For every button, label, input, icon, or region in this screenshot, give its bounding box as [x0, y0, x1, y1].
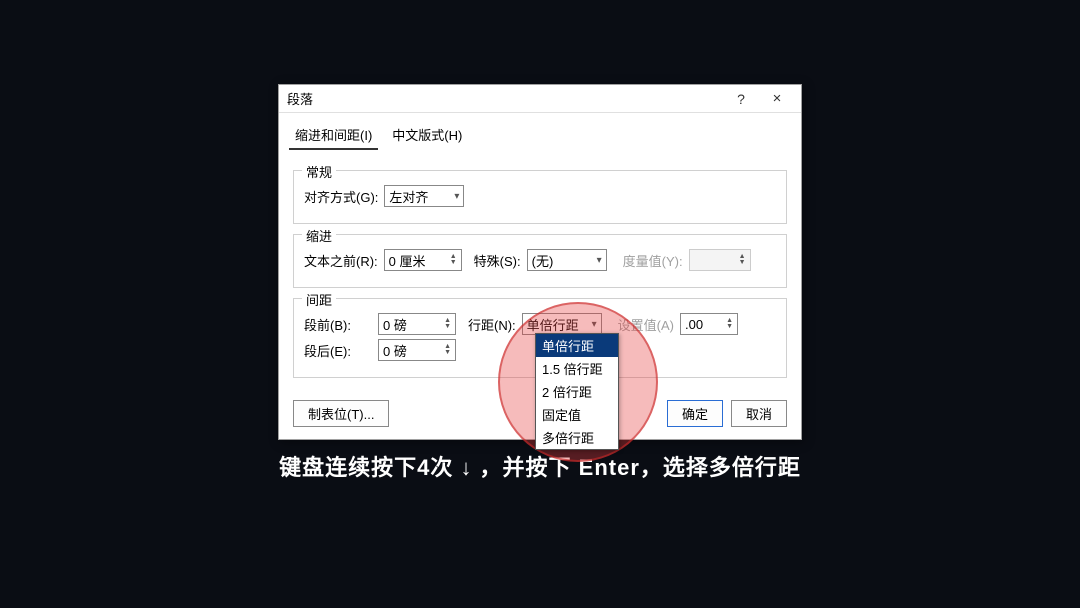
spacing-legend: 间距 — [302, 290, 336, 309]
alignment-combo[interactable]: 左对齐 ▾ — [384, 185, 464, 207]
alignment-value: 左对齐 — [389, 187, 450, 206]
tabs-button[interactable]: 制表位(T)... — [293, 400, 389, 427]
cancel-button[interactable]: 取消 — [731, 400, 787, 427]
special-combo[interactable]: (无) ▾ — [527, 249, 607, 271]
measure-input: ▲▼ — [689, 249, 751, 271]
before-text-value: 0 厘米 — [389, 251, 446, 270]
spinner-icon[interactable]: ▲▼ — [444, 318, 451, 330]
line-spacing-label: 行距(N): — [468, 315, 516, 334]
tab-indent-spacing[interactable]: 缩进和间距(I) — [289, 121, 378, 150]
ok-button[interactable]: 确定 — [667, 400, 723, 427]
before-para-input[interactable]: 0 磅 ▲▼ — [378, 313, 456, 335]
indent-fieldset: 缩进 文本之前(R): 0 厘米 ▲▼ 特殊(S): (无) ▾ 度量值(Y):… — [293, 234, 787, 288]
chevron-down-icon: ▾ — [454, 191, 459, 202]
option-label: 2 倍行距 — [542, 385, 592, 400]
dropdown-option-double[interactable]: 2 倍行距 — [536, 380, 618, 403]
tab-label: 中文版式(H) — [392, 128, 462, 143]
option-label: 多倍行距 — [542, 431, 594, 446]
close-button[interactable]: × — [759, 88, 795, 110]
set-value-input[interactable]: .00 ▲▼ — [680, 313, 738, 335]
general-fieldset: 常规 对齐方式(G): 左对齐 ▾ — [293, 170, 787, 224]
dialog-title: 段落 — [287, 89, 723, 108]
tab-bar: 缩进和间距(I) 中文版式(H) — [279, 113, 801, 150]
spinner-icon[interactable]: ▲▼ — [444, 344, 451, 356]
line-spacing-dropdown[interactable]: 单倍行距 1.5 倍行距 2 倍行距 固定值 多倍行距 — [535, 333, 619, 450]
set-value-value: .00 — [685, 317, 722, 332]
before-text-label: 文本之前(R): — [304, 251, 378, 270]
after-para-value: 0 磅 — [383, 341, 440, 360]
instruction-caption: 键盘连续按下4次 ↓ ，并按下 Enter，选择多倍行距 — [0, 450, 1080, 482]
cancel-button-label: 取消 — [746, 407, 772, 422]
set-value-label: 设置值(A) — [618, 315, 674, 334]
spinner-icon[interactable]: ▲▼ — [726, 318, 733, 330]
option-label: 单倍行距 — [542, 339, 594, 354]
chevron-down-icon: ▾ — [592, 319, 597, 330]
tab-asian-layout[interactable]: 中文版式(H) — [386, 121, 468, 150]
dropdown-option-multiple[interactable]: 多倍行距 — [536, 426, 618, 449]
dropdown-option-fixed[interactable]: 固定值 — [536, 403, 618, 426]
alignment-label: 对齐方式(G): — [304, 187, 378, 206]
line-spacing-value: 单倍行距 — [527, 315, 588, 334]
spinner-icon[interactable]: ▲▼ — [450, 254, 457, 266]
special-value: (无) — [532, 251, 593, 270]
general-legend: 常规 — [302, 162, 336, 181]
ok-button-label: 确定 — [682, 407, 708, 422]
chevron-down-icon: ▾ — [597, 255, 602, 266]
dropdown-option-single[interactable]: 单倍行距 — [536, 334, 618, 357]
titlebar: 段落 ? × — [279, 85, 801, 113]
help-button[interactable]: ? — [723, 88, 759, 110]
dropdown-option-one-half[interactable]: 1.5 倍行距 — [536, 357, 618, 380]
option-label: 固定值 — [542, 408, 581, 423]
tab-label: 缩进和间距(I) — [295, 128, 372, 143]
after-para-label: 段后(E): — [304, 341, 372, 360]
measure-label: 度量值(Y): — [623, 251, 683, 270]
spinner-icon: ▲▼ — [739, 254, 746, 266]
before-text-input[interactable]: 0 厘米 ▲▼ — [384, 249, 462, 271]
before-para-value: 0 磅 — [383, 315, 440, 334]
line-spacing-combo[interactable]: 单倍行距 ▾ — [522, 313, 602, 335]
tabs-button-label: 制表位(T)... — [308, 407, 374, 422]
before-para-label: 段前(B): — [304, 315, 372, 334]
special-label: 特殊(S): — [474, 251, 521, 270]
indent-legend: 缩进 — [302, 226, 336, 245]
after-para-input[interactable]: 0 磅 ▲▼ — [378, 339, 456, 361]
option-label: 1.5 倍行距 — [542, 362, 603, 377]
